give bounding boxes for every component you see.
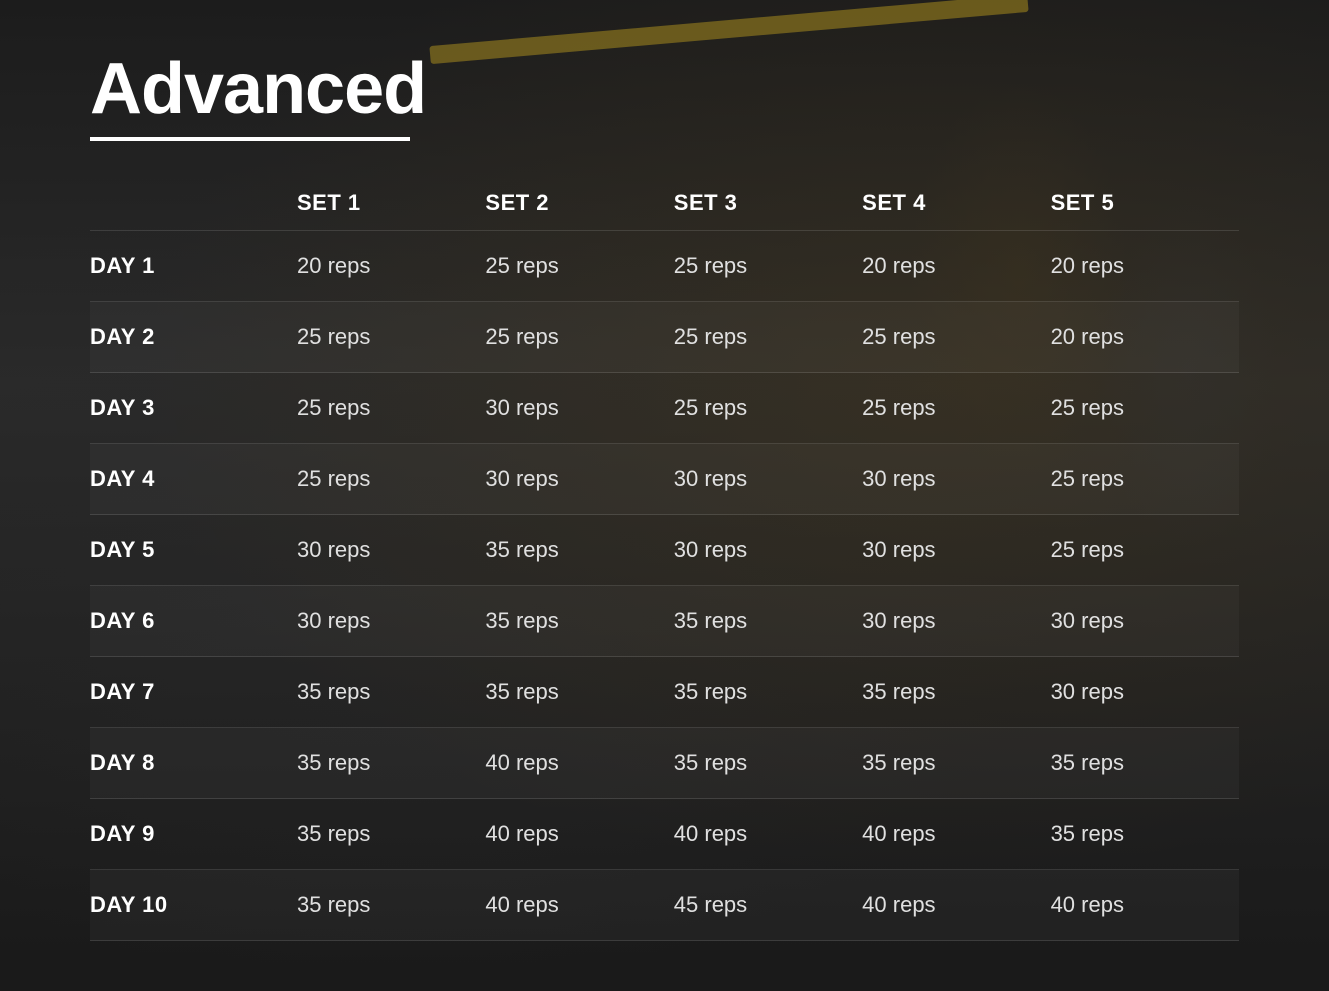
cell-set2: 25 reps bbox=[485, 302, 673, 373]
cell-set5: 35 reps bbox=[1051, 799, 1239, 870]
cell-set3: 25 reps bbox=[674, 231, 862, 302]
table-header-row: SET 1 SET 2 SET 3 SET 4 SET 5 bbox=[90, 176, 1239, 231]
cell-set4: 30 reps bbox=[862, 515, 1050, 586]
cell-set4: 35 reps bbox=[862, 657, 1050, 728]
header-set3: SET 3 bbox=[674, 176, 862, 231]
table-row: DAY 530 reps35 reps30 reps30 reps25 reps bbox=[90, 515, 1239, 586]
day-label: DAY 6 bbox=[90, 586, 297, 657]
day-label: DAY 2 bbox=[90, 302, 297, 373]
cell-set4: 30 reps bbox=[862, 444, 1050, 515]
cell-set2: 35 reps bbox=[485, 657, 673, 728]
cell-set3: 35 reps bbox=[674, 586, 862, 657]
table-row: DAY 835 reps40 reps35 reps35 reps35 reps bbox=[90, 728, 1239, 799]
cell-set5: 25 reps bbox=[1051, 444, 1239, 515]
table-row: DAY 735 reps35 reps35 reps35 reps30 reps bbox=[90, 657, 1239, 728]
table-row: DAY 1035 reps40 reps45 reps40 reps40 rep… bbox=[90, 870, 1239, 941]
cell-set5: 30 reps bbox=[1051, 586, 1239, 657]
cell-set2: 40 reps bbox=[485, 870, 673, 941]
cell-set2: 35 reps bbox=[485, 586, 673, 657]
cell-set4: 25 reps bbox=[862, 373, 1050, 444]
cell-set5: 25 reps bbox=[1051, 515, 1239, 586]
header-set5: SET 5 bbox=[1051, 176, 1239, 231]
day-label: DAY 4 bbox=[90, 444, 297, 515]
cell-set2: 35 reps bbox=[485, 515, 673, 586]
table-row: DAY 425 reps30 reps30 reps30 reps25 reps bbox=[90, 444, 1239, 515]
cell-set5: 20 reps bbox=[1051, 302, 1239, 373]
cell-set2: 40 reps bbox=[485, 728, 673, 799]
cell-set4: 25 reps bbox=[862, 302, 1050, 373]
cell-set3: 40 reps bbox=[674, 799, 862, 870]
cell-set1: 25 reps bbox=[297, 302, 485, 373]
header-set1: SET 1 bbox=[297, 176, 485, 231]
day-label: DAY 1 bbox=[90, 231, 297, 302]
table-row: DAY 630 reps35 reps35 reps30 reps30 reps bbox=[90, 586, 1239, 657]
cell-set1: 25 reps bbox=[297, 444, 485, 515]
table-row: DAY 120 reps25 reps25 reps20 reps20 reps bbox=[90, 231, 1239, 302]
cell-set4: 40 reps bbox=[862, 870, 1050, 941]
day-label: DAY 5 bbox=[90, 515, 297, 586]
cell-set1: 35 reps bbox=[297, 799, 485, 870]
cell-set3: 25 reps bbox=[674, 373, 862, 444]
cell-set5: 20 reps bbox=[1051, 231, 1239, 302]
cell-set2: 40 reps bbox=[485, 799, 673, 870]
day-label: DAY 7 bbox=[90, 657, 297, 728]
cell-set5: 40 reps bbox=[1051, 870, 1239, 941]
cell-set3: 35 reps bbox=[674, 728, 862, 799]
cell-set1: 25 reps bbox=[297, 373, 485, 444]
cell-set3: 30 reps bbox=[674, 515, 862, 586]
cell-set2: 30 reps bbox=[485, 444, 673, 515]
cell-set1: 35 reps bbox=[297, 870, 485, 941]
cell-set3: 30 reps bbox=[674, 444, 862, 515]
cell-set3: 35 reps bbox=[674, 657, 862, 728]
cell-set5: 25 reps bbox=[1051, 373, 1239, 444]
page-title: Advanced bbox=[90, 50, 1239, 129]
workout-table: SET 1 SET 2 SET 3 SET 4 SET 5 DAY 120 re… bbox=[90, 176, 1239, 941]
cell-set4: 40 reps bbox=[862, 799, 1050, 870]
day-label: DAY 3 bbox=[90, 373, 297, 444]
main-content: Advanced SET 1 SET 2 SET 3 SET 4 SET 5 D… bbox=[0, 0, 1329, 991]
cell-set3: 45 reps bbox=[674, 870, 862, 941]
cell-set1: 20 reps bbox=[297, 231, 485, 302]
cell-set2: 25 reps bbox=[485, 231, 673, 302]
header-day bbox=[90, 176, 297, 231]
cell-set4: 30 reps bbox=[862, 586, 1050, 657]
table-row: DAY 325 reps30 reps25 reps25 reps25 reps bbox=[90, 373, 1239, 444]
cell-set3: 25 reps bbox=[674, 302, 862, 373]
cell-set4: 20 reps bbox=[862, 231, 1050, 302]
title-underline bbox=[90, 137, 410, 141]
header-set2: SET 2 bbox=[485, 176, 673, 231]
header-set4: SET 4 bbox=[862, 176, 1050, 231]
day-label: DAY 9 bbox=[90, 799, 297, 870]
day-label: DAY 10 bbox=[90, 870, 297, 941]
cell-set5: 30 reps bbox=[1051, 657, 1239, 728]
table-row: DAY 935 reps40 reps40 reps40 reps35 reps bbox=[90, 799, 1239, 870]
cell-set4: 35 reps bbox=[862, 728, 1050, 799]
day-label: DAY 8 bbox=[90, 728, 297, 799]
cell-set1: 30 reps bbox=[297, 586, 485, 657]
cell-set5: 35 reps bbox=[1051, 728, 1239, 799]
cell-set2: 30 reps bbox=[485, 373, 673, 444]
cell-set1: 35 reps bbox=[297, 728, 485, 799]
table-row: DAY 225 reps25 reps25 reps25 reps20 reps bbox=[90, 302, 1239, 373]
cell-set1: 35 reps bbox=[297, 657, 485, 728]
cell-set1: 30 reps bbox=[297, 515, 485, 586]
table-body: DAY 120 reps25 reps25 reps20 reps20 reps… bbox=[90, 231, 1239, 941]
